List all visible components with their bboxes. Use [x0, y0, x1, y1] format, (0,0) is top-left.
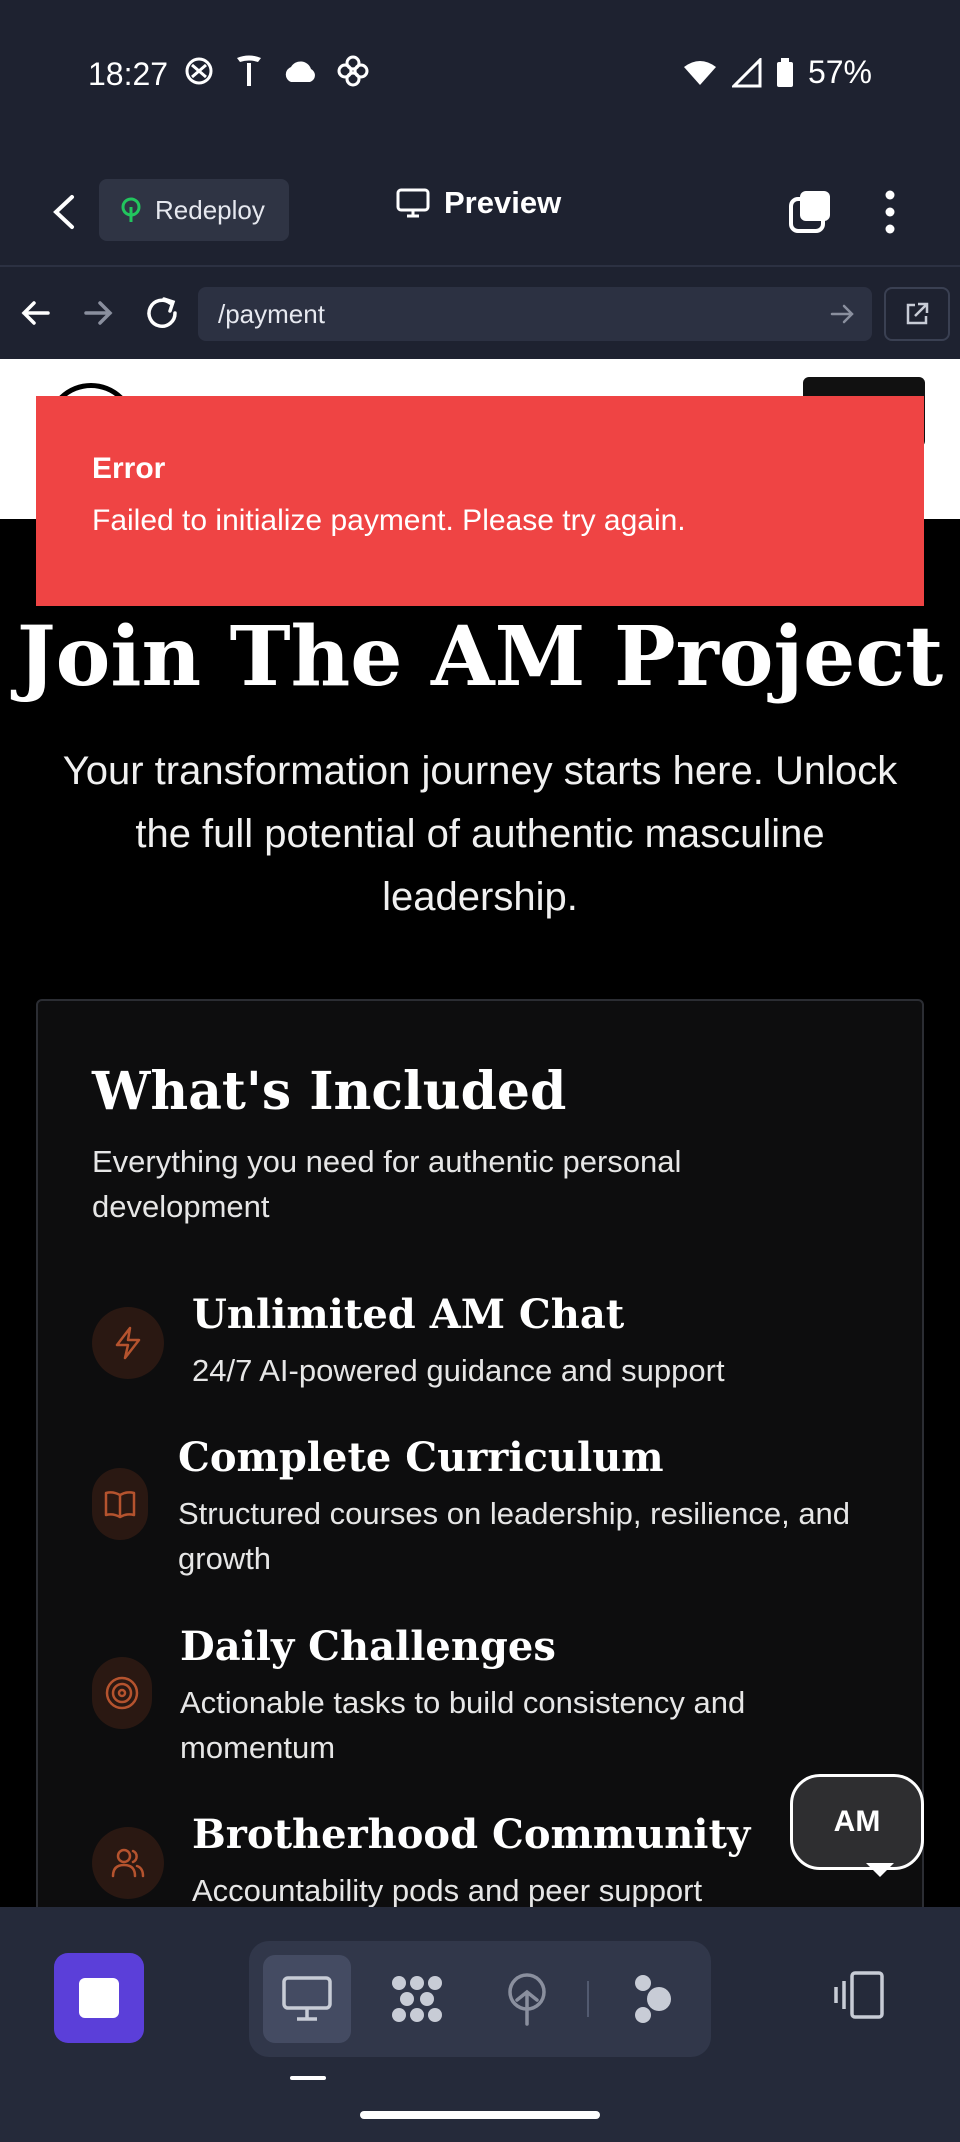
feature-item: Daily Challenges Actionable tasks to bui… — [92, 1623, 892, 1770]
feature-desc: Accountability pods and peer support — [192, 1873, 703, 1907]
bottom-bar — [0, 1907, 960, 2142]
back-arrow-icon[interactable] — [40, 187, 90, 237]
feature-item: Complete Curriculum Structured courses o… — [92, 1434, 892, 1581]
target-icon — [92, 1657, 152, 1729]
pinwheel-icon — [337, 55, 369, 87]
feature-title: Complete Curriculum — [178, 1434, 664, 1481]
status-system: 57% — [682, 54, 872, 91]
cloud-icon — [285, 61, 315, 82]
feature-title: Brotherhood Community — [192, 1811, 751, 1858]
toast-title: Error — [92, 452, 166, 485]
app-toolbar: Redeploy Preview — [0, 155, 960, 267]
feature-desc: Actionable tasks to build consistency an… — [180, 1685, 746, 1765]
am-chat-bubble[interactable]: AM — [790, 1774, 924, 1870]
book-icon — [92, 1468, 148, 1540]
go-arrow-icon[interactable] — [828, 299, 858, 329]
active-mode-indicator — [290, 2076, 326, 2080]
battery-percent: 57% — [807, 54, 872, 90]
status-bar: 18:27 57% — [0, 0, 960, 155]
preview-tab[interactable]: Preview — [396, 185, 561, 221]
feature-text: Complete Curriculum Structured courses o… — [178, 1434, 878, 1581]
feature-text: Daily Challenges Actionable tasks to bui… — [180, 1623, 880, 1770]
desktop-mode-button[interactable] — [263, 1955, 351, 2043]
grid-mode-button[interactable] — [373, 1955, 461, 2043]
users-icon — [92, 1827, 164, 1899]
feature-text: Unlimited AM Chat 24/7 AI-powered guidan… — [192, 1291, 725, 1393]
deploy-tree-icon — [508, 1973, 546, 2026]
included-title: What's Included — [92, 1061, 567, 1122]
preview-label: Preview — [444, 185, 562, 220]
tabs-icon[interactable] — [788, 189, 834, 235]
tesla-icon — [237, 55, 261, 86]
stop-icon — [79, 1978, 119, 2018]
external-link-icon — [906, 302, 929, 325]
hero-title: Join The AM Project — [16, 609, 944, 705]
home-indicator[interactable] — [360, 2111, 600, 2119]
agent-icon — [635, 1975, 671, 2023]
battery-icon — [776, 57, 793, 87]
cluster-icon — [392, 1976, 442, 2022]
toast-message: Failed to initialize payment. Please try… — [92, 504, 686, 537]
status-app-icons — [182, 54, 370, 88]
monitor-icon — [282, 1976, 332, 2021]
mode-switcher — [249, 1941, 711, 2057]
stop-button[interactable] — [54, 1953, 144, 2043]
open-external-button[interactable] — [884, 287, 950, 341]
more-menu-icon[interactable] — [875, 187, 905, 237]
lightning-icon — [92, 1307, 164, 1379]
chat-bubble-tail — [866, 1863, 894, 1877]
status-time: 18:27 — [88, 56, 169, 92]
feature-desc: 24/7 AI-powered guidance and support — [192, 1353, 725, 1388]
deploy-mode-button[interactable] — [483, 1955, 571, 2043]
mode-divider — [587, 1981, 589, 2017]
feature-item: Brotherhood Community Accountability pod… — [92, 1811, 750, 1907]
hero-subtitle: Your transformation journey starts here.… — [62, 749, 898, 919]
nav-forward-icon[interactable] — [76, 291, 120, 335]
openai-icon — [185, 57, 213, 85]
feature-title: Unlimited AM Chat — [192, 1291, 625, 1338]
tree-icon — [121, 197, 141, 222]
included-subtitle: Everything you need for authentic person… — [92, 1144, 682, 1224]
nav-back-icon[interactable] — [14, 291, 58, 335]
url-path: /payment — [218, 298, 325, 329]
redeploy-label: Redeploy — [155, 194, 265, 225]
reload-icon[interactable] — [140, 291, 184, 335]
web-page: Join The AM Project Your transformation … — [0, 359, 960, 1907]
feature-title: Daily Challenges — [180, 1623, 556, 1670]
device-toggle-icon[interactable] — [830, 1965, 890, 2025]
wifi-icon — [683, 60, 716, 85]
signal-icon — [731, 57, 762, 87]
included-card: What's Included Everything you need for … — [36, 999, 924, 1907]
redeploy-button[interactable]: Redeploy — [99, 179, 289, 241]
agent-mode-button[interactable] — [609, 1955, 697, 2043]
feature-text: Brotherhood Community Accountability pod… — [192, 1811, 750, 1907]
url-input[interactable]: /payment — [198, 287, 872, 341]
url-bar: /payment — [0, 269, 960, 359]
am-chat-label: AM — [833, 1805, 881, 1838]
feature-desc: Structured courses on leadership, resili… — [178, 1496, 851, 1576]
feature-item: Unlimited AM Chat 24/7 AI-powered guidan… — [92, 1291, 725, 1393]
monitor-icon — [396, 188, 430, 218]
error-toast[interactable]: Error Failed to initialize payment. Plea… — [36, 396, 924, 606]
